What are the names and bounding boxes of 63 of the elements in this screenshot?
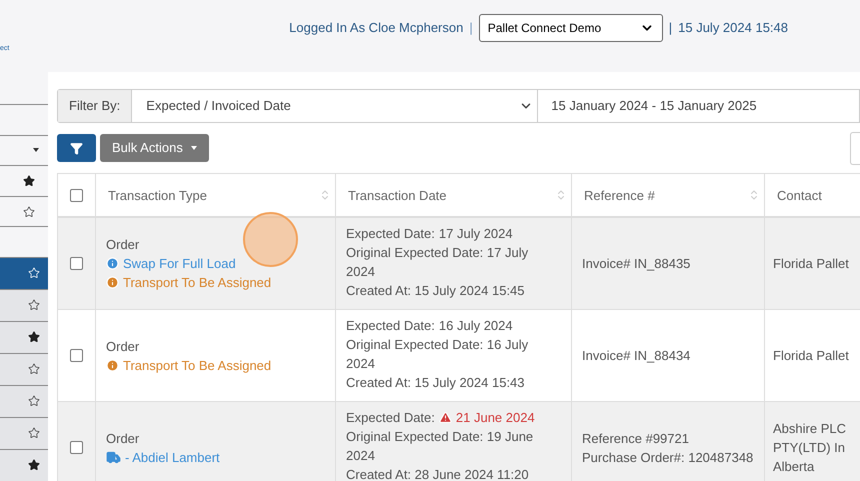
checkbox[interactable] — [70, 257, 83, 270]
expected-date-label: Expected Date: — [346, 225, 435, 243]
datetime-text: 15 July 2024 15:48 — [678, 19, 788, 37]
expected-date-value: 17 July 2024 — [438, 225, 513, 243]
sidebar-item[interactable] — [0, 256, 48, 289]
star-outline-icon[interactable] — [23, 206, 35, 218]
expected-date-label: Expected Date: — [346, 317, 435, 335]
sort-icon — [748, 189, 760, 201]
star-outline-icon[interactable] — [28, 395, 40, 408]
sort-icon — [555, 189, 567, 201]
checkbox[interactable] — [70, 349, 83, 362]
original-date-text: Original Expected Date: 19 June 2024 — [346, 428, 534, 465]
created-at-text: Created At: 15 July 2024 15:43 — [346, 374, 526, 392]
status-link[interactable]: - Abdiel Lambert — [125, 448, 220, 466]
contact-text: Abshire PLC — [773, 420, 846, 438]
transaction-type-text: Order — [106, 430, 140, 448]
status-link[interactable]: Swap For Full Load — [123, 254, 236, 273]
original-date-text: Original Expected Date: 16 July 2024 — [346, 336, 530, 373]
expected-date-value: 16 July 2024 — [438, 317, 513, 335]
reference-text: Invoice# IN_88434 — [582, 347, 690, 365]
checkbox[interactable] — [70, 188, 83, 202]
account-select[interactable]: Pallet Connect Demo — [478, 14, 663, 42]
reference-text: Reference #99721 — [582, 430, 689, 448]
contact-text: PTY(LTD) In — [773, 439, 845, 457]
separator-text: | — [469, 19, 473, 37]
reference-text: Purchase Order#: 120487348 — [582, 448, 754, 466]
column-header[interactable]: Contact — [765, 174, 860, 216]
caret-icon — [190, 146, 197, 150]
expected-date-value: 21 June 2024 — [456, 409, 535, 427]
contact-text: Florida Pallet — [773, 255, 849, 273]
star-outline-icon[interactable] — [28, 299, 40, 312]
column-header[interactable]: Transaction Date — [336, 174, 572, 216]
star-outline-icon[interactable] — [28, 427, 40, 440]
alert-icon — [106, 358, 119, 372]
sidebar-item[interactable] — [0, 448, 48, 481]
filter-button[interactable] — [57, 134, 96, 162]
reference-text: Invoice# IN_88435 — [582, 255, 690, 273]
caret-icon — [33, 148, 39, 152]
sort-icon — [319, 189, 331, 201]
column-header[interactable]: Transaction Type — [96, 174, 336, 216]
created-at-text: Created At: 28 June 2024 11:20 — [346, 466, 530, 481]
info-icon — [106, 257, 119, 270]
transaction-type-text: Order — [106, 236, 140, 254]
status-link[interactable]: Transport To Be Assigned — [123, 356, 272, 374]
truck-icon — [106, 450, 121, 464]
sidebar-item[interactable] — [0, 320, 48, 353]
original-date-text: Original Expected Date: 17 July 2024 — [346, 244, 530, 281]
contact-text: Alberta — [773, 458, 814, 476]
transaction-type-text: Order — [106, 338, 140, 356]
expected-date-label: Expected Date: — [346, 409, 435, 427]
star-filled-icon[interactable] — [28, 331, 40, 344]
bulk-actions-button[interactable]: Bulk Actions — [100, 134, 209, 162]
star-outline-icon[interactable] — [28, 363, 40, 376]
filter-icon — [70, 142, 83, 154]
separator-text: | — [668, 19, 672, 37]
star-filled-icon[interactable] — [28, 459, 40, 472]
alert-icon — [106, 276, 119, 289]
checkbox[interactable] — [70, 441, 83, 454]
star-filled-icon[interactable] — [23, 174, 35, 187]
contact-text: Florida Pallet — [773, 347, 849, 365]
column-header[interactable]: Reference # — [572, 174, 765, 216]
created-at-text: Created At: 15 July 2024 15:45 — [346, 282, 526, 300]
logged-in-text: Logged In As Cloe Mcpherson — [289, 19, 464, 37]
